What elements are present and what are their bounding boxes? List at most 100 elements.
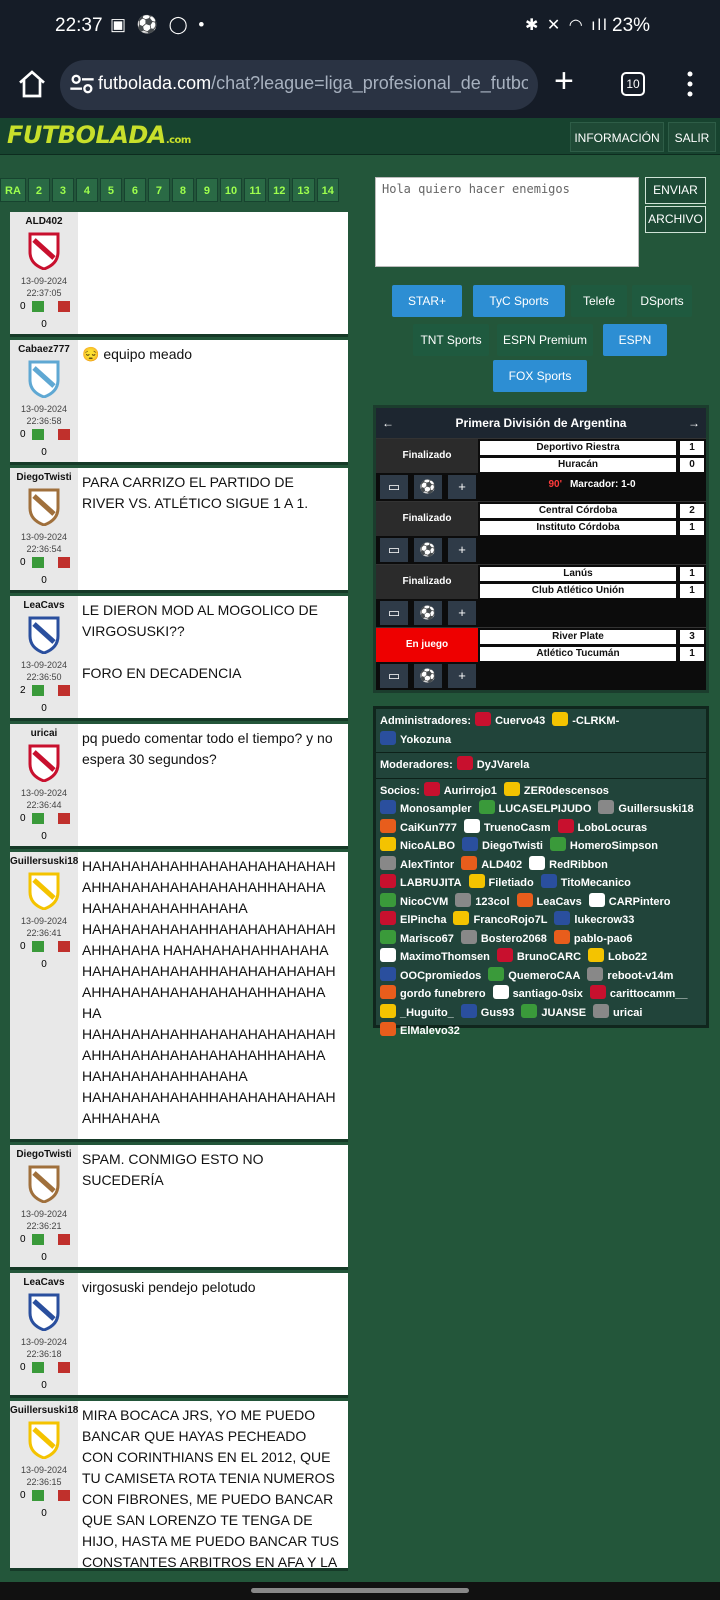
page-link[interactable]: RA <box>0 178 26 202</box>
user-link[interactable]: NicoCVM <box>380 892 448 912</box>
home-team[interactable]: Lanús <box>480 567 676 581</box>
tv-icon[interactable]: ▭ <box>380 664 408 688</box>
away-team[interactable]: Atlético Tucumán <box>480 647 676 661</box>
user-link[interactable]: CaiKun777 <box>380 818 457 838</box>
prev-arrow-icon[interactable]: ← <box>382 408 394 438</box>
thumbs-up-icon[interactable] <box>32 685 44 696</box>
message-author[interactable]: Guillersuski18 <box>10 856 78 867</box>
away-team[interactable]: Club Atlético Unión <box>480 584 676 598</box>
user-link[interactable]: Gus93 <box>460 1003 514 1023</box>
user-link[interactable]: Lobo22 <box>588 948 647 967</box>
user-link[interactable]: -CLRKM- <box>552 712 619 731</box>
user-crest-icon[interactable] <box>26 1292 62 1332</box>
user-crest-icon[interactable] <box>26 487 62 527</box>
ball-icon[interactable]: ⚽ <box>414 664 442 688</box>
user-link[interactable]: NicoALBO <box>380 837 455 856</box>
message-author[interactable]: LeaCavs <box>10 600 78 611</box>
more-menu-icon[interactable] <box>680 64 700 104</box>
tv-icon[interactable]: ▭ <box>380 475 408 499</box>
page-link[interactable]: 12 <box>268 178 291 202</box>
plus-icon[interactable]: + <box>448 475 476 499</box>
page-link[interactable]: 10 <box>219 178 243 202</box>
user-crest-icon[interactable] <box>26 231 62 271</box>
user-link[interactable]: BrunoCARC <box>496 948 581 967</box>
channel-button[interactable]: Telefe <box>571 285 627 317</box>
tab-switcher-button[interactable]: 10 <box>621 72 645 96</box>
user-link[interactable]: LUCASELPIJUDO <box>478 800 591 819</box>
user-crest-icon[interactable] <box>26 871 62 911</box>
user-link[interactable]: lukecrow33 <box>554 911 634 930</box>
thumbs-up-icon[interactable] <box>32 813 44 824</box>
thumbs-up-icon[interactable] <box>32 1362 44 1373</box>
ball-icon[interactable]: ⚽ <box>414 601 442 625</box>
thumbs-down-icon[interactable] <box>58 557 70 568</box>
site-settings-icon[interactable] <box>68 70 96 98</box>
home-team[interactable]: Central Córdoba <box>480 504 676 518</box>
user-crest-icon[interactable] <box>26 1164 62 1204</box>
user-link[interactable]: LoboLocuras <box>557 818 647 838</box>
ball-icon[interactable]: ⚽ <box>414 475 442 499</box>
plus-icon[interactable]: + <box>448 538 476 562</box>
thumbs-up-icon[interactable] <box>32 301 44 312</box>
next-arrow-icon[interactable]: → <box>688 408 700 438</box>
user-link[interactable]: Filetiado <box>468 874 534 893</box>
message-author[interactable]: DiegoTwisti <box>10 1149 78 1160</box>
thumbs-down-icon[interactable] <box>58 813 70 824</box>
thumbs-down-icon[interactable] <box>58 941 70 952</box>
user-link[interactable]: TitoMecanico <box>540 874 631 893</box>
home-team[interactable]: Deportivo Riestra <box>480 441 676 455</box>
thumbs-up-icon[interactable] <box>32 1234 44 1245</box>
info-button[interactable]: INFORMACIÓN <box>570 122 664 152</box>
channel-button[interactable]: TyC Sports <box>473 285 565 317</box>
user-link[interactable]: Bostero2068 <box>460 929 547 949</box>
page-link[interactable]: 3 <box>51 178 74 202</box>
user-link[interactable]: ALD402 <box>461 855 522 875</box>
new-tab-icon[interactable]: + <box>554 64 574 98</box>
home-team[interactable]: River Plate <box>480 630 676 644</box>
exit-button[interactable]: SALIR <box>668 122 716 152</box>
channel-button[interactable]: ESPN Premium <box>497 324 593 356</box>
attach-file-button[interactable]: ARCHIVO <box>645 206 706 233</box>
user-link[interactable]: santiago-0six <box>492 985 583 1004</box>
user-crest-icon[interactable] <box>26 1420 62 1460</box>
page-link[interactable]: 5 <box>99 178 122 202</box>
home-icon[interactable] <box>16 68 48 100</box>
page-link[interactable]: 9 <box>195 178 218 202</box>
url-text[interactable]: futbolada.com/chat?league=liga_profesion… <box>98 73 528 94</box>
page-link[interactable]: 6 <box>123 178 146 202</box>
user-link[interactable]: CARPintero <box>588 892 671 912</box>
thumbs-down-icon[interactable] <box>58 1234 70 1245</box>
user-link[interactable]: LeaCavs <box>516 892 582 912</box>
message-author[interactable]: ALD402 <box>10 216 78 227</box>
user-link[interactable]: Monosampler <box>380 800 472 819</box>
away-team[interactable]: Instituto Córdoba <box>480 521 676 535</box>
ball-icon[interactable]: ⚽ <box>414 538 442 562</box>
page-link[interactable]: 7 <box>147 178 170 202</box>
user-link[interactable]: Aurirrojo1 <box>423 781 497 801</box>
page-link[interactable]: 13 <box>292 178 315 202</box>
user-link[interactable]: QuemeroCAA <box>488 966 580 986</box>
user-link[interactable]: RedRibbon <box>529 855 608 875</box>
channel-button[interactable]: TNT Sports <box>413 324 489 356</box>
user-link[interactable]: ElMalevo32 <box>380 1022 460 1041</box>
chat-feed[interactable]: ALD402 13-09-2024 22:37:05 0 0 Cabaez777 13-09… <box>10 212 350 1582</box>
user-link[interactable]: LABRUJITA <box>380 874 462 893</box>
channel-button[interactable]: STAR+ <box>392 285 462 317</box>
message-author[interactable]: uricai <box>10 728 78 739</box>
user-link[interactable]: HomeroSimpson <box>549 837 658 856</box>
channel-button[interactable]: FOX Sports <box>493 360 587 392</box>
user-link[interactable]: gordo funebrero <box>380 985 486 1004</box>
user-link[interactable]: uricai <box>593 1003 642 1023</box>
user-link[interactable]: reboot-v14m <box>587 966 673 986</box>
thumbs-down-icon[interactable] <box>58 429 70 440</box>
user-link[interactable]: AlexTintor <box>380 855 454 875</box>
thumbs-down-icon[interactable] <box>58 1362 70 1373</box>
user-link[interactable]: DiegoTwisti <box>462 837 543 856</box>
user-link[interactable]: MaximoThomsen <box>380 948 490 967</box>
channel-button[interactable]: DSports <box>632 285 692 317</box>
thumbs-up-icon[interactable] <box>32 429 44 440</box>
user-link[interactable]: TruenoCasm <box>463 818 551 838</box>
page-link[interactable]: 2 <box>27 178 50 202</box>
user-link[interactable]: DyJVarela <box>456 756 529 775</box>
user-link[interactable]: ZER0descensos <box>503 781 609 801</box>
